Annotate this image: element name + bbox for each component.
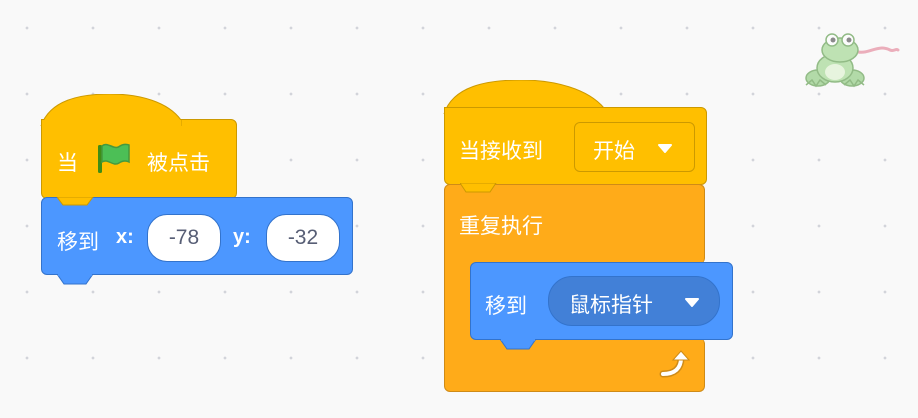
receive-label: 当接收到 xyxy=(459,139,543,163)
chevron-down-icon xyxy=(658,144,672,153)
hat-prefix-label: 当 xyxy=(57,151,78,175)
goto-target-bottom-tab xyxy=(500,339,537,350)
when-flag-clicked-block[interactable]: 当 被点击 xyxy=(41,119,237,199)
goto-target-block[interactable]: 移到 鼠标指针 xyxy=(470,262,733,340)
green-flag-icon xyxy=(98,143,130,173)
hat-suffix-label: 被点击 xyxy=(147,151,210,175)
y-input[interactable]: -32 xyxy=(266,214,340,262)
chevron-down-icon xyxy=(685,298,699,307)
receive-notch xyxy=(460,183,497,193)
loop-arrow-icon xyxy=(659,350,691,378)
forever-label: 重复执行 xyxy=(459,214,543,238)
x-label: x: xyxy=(116,226,134,248)
hat-cap xyxy=(40,94,182,126)
y-label: y: xyxy=(233,226,251,248)
forever-spine xyxy=(444,262,472,342)
target-dropdown-value: 鼠标指针 xyxy=(569,293,653,317)
forever-top-arm[interactable]: 重复执行 xyxy=(444,184,705,264)
message-dropdown[interactable]: 开始 xyxy=(574,122,695,172)
target-dropdown[interactable]: 鼠标指针 xyxy=(548,276,720,326)
goto-xy-bottom-tab xyxy=(57,274,94,285)
goto-target-label: 移到 xyxy=(485,294,527,318)
goto-xy-block[interactable]: 移到 x: -78 y: -32 xyxy=(41,197,353,275)
x-input[interactable]: -78 xyxy=(147,214,221,262)
goto-label: 移到 xyxy=(57,230,99,254)
hat-notch xyxy=(57,197,94,206)
forever-bottom-arm xyxy=(444,338,705,392)
frog-sprite-icon[interactable] xyxy=(800,30,900,90)
message-dropdown-value: 开始 xyxy=(593,139,635,163)
when-i-receive-block[interactable]: 当接收到 开始 xyxy=(444,107,707,185)
